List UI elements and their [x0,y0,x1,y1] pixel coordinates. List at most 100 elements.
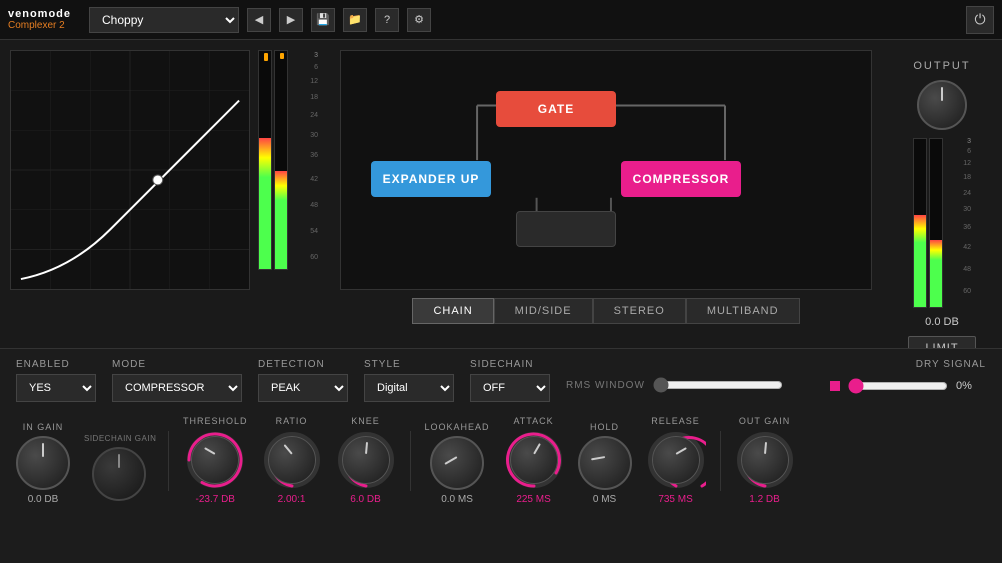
ratio-knob-wrap [262,430,322,490]
out-gain-knob[interactable] [741,436,789,484]
ratio-label: RATIO [276,416,308,426]
tab-stereo[interactable]: STEREO [593,298,686,324]
bottom-controls: ENABLED YESNO MODE COMPRESSOREXPANDERGAT… [0,348,1002,563]
output-meter-left [913,138,927,308]
knee-group: KNEE 6.0 DB [336,416,396,505]
ratio-value: 2.00:1 [278,494,306,505]
dry-signal-slider[interactable] [848,378,948,394]
sidechain-select[interactable]: OFFON [470,374,550,402]
help-button[interactable]: ? [375,8,399,32]
threshold-group: THRESHOLD -23.7 DB [183,416,248,505]
tab-midside[interactable]: MID/SIDE [494,298,593,324]
chain-tabs: CHAIN MID/SIDE STEREO MULTIBAND [340,298,872,324]
sidechain-gain-group: SIDECHAIN GAIN [84,434,154,505]
release-knob-wrap [646,430,706,490]
hold-knob[interactable] [578,436,632,490]
threshold-value: -23.7 DB [196,494,235,505]
output-knob[interactable] [917,80,967,130]
load-preset-button[interactable]: 📁 [343,8,367,32]
tab-chain[interactable]: CHAIN [412,298,493,324]
controls-row2: IN GAIN 0.0 DB SIDECHAIN GAIN THRESHOLD [16,416,986,505]
empty-node[interactable] [516,211,616,247]
separator1 [168,431,169,491]
output-scale: 3 6 12 18 24 30 36 42 48 60 [945,138,971,308]
preset-select[interactable]: Choppy Clean Heavy Soft [89,7,239,33]
save-preset-button[interactable]: 💾 [311,8,335,32]
hold-label: HOLD [590,422,619,432]
output-meters: 3 6 12 18 24 30 36 42 48 60 [913,138,971,308]
mode-select[interactable]: COMPRESSOREXPANDERGATELIMITER [112,374,242,402]
gate-node[interactable]: GATE [496,91,616,127]
lookahead-label: LOOKAHEAD [425,422,490,432]
attack-knob[interactable] [510,436,558,484]
style-control: STYLE DigitalAnalogVintage [364,359,454,402]
release-group: RELEASE 735 MS [646,416,706,505]
out-gain-knob-wrap [735,430,795,490]
attack-knob-wrap [504,430,564,490]
next-preset-button[interactable]: ▶ [279,8,303,32]
threshold-knob-wrap [185,430,245,490]
compressor-node[interactable]: COMPRESSOR [621,161,741,197]
prev-preset-button[interactable]: ◀ [247,8,271,32]
meter-scale: 3 6 12 18 24 30 36 42 48 54 60 [290,50,318,270]
attack-value: 225 MS [516,494,550,505]
transfer-curve [10,50,250,290]
chain-display: GATE EXPANDER UP COMPRESSOR [340,50,872,290]
style-select[interactable]: DigitalAnalogVintage [364,374,454,402]
out-gain-value: 1.2 DB [749,494,780,505]
dry-signal-label: DRY SIGNAL [916,359,986,370]
sidechain-gain-label: SIDECHAIN GAIN [84,434,154,443]
in-gain-group: IN GAIN 0.0 DB [16,422,70,505]
rms-slider[interactable] [653,377,783,393]
in-gain-value: 0.0 DB [28,494,59,505]
dry-signal-dot [830,381,840,391]
top-bar: venomode Complexer 2 Choppy Clean Heavy … [0,0,1002,40]
threshold-label: THRESHOLD [183,416,248,426]
expander-node[interactable]: EXPANDER UP [371,161,491,197]
separator3 [720,431,721,491]
enabled-select[interactable]: YESNO [16,374,96,402]
release-value: 735 MS [658,494,692,505]
detection-control: DETECTION PEAKRMS [258,359,348,402]
attack-group: ATTACK 225 MS [504,416,564,505]
detection-select[interactable]: PEAKRMS [258,374,348,402]
mode-label: MODE [112,359,242,370]
settings-button[interactable]: ⚙ [407,8,431,32]
style-label: STYLE [364,359,454,370]
hold-group: HOLD 0 MS [578,422,632,505]
rms-control: RMS WINDOW [566,377,783,393]
sidechain-gain-knob[interactable] [92,447,146,501]
controls-row1: ENABLED YESNO MODE COMPRESSOREXPANDERGAT… [16,359,986,402]
output-db-value: 0.0 DB [925,316,959,328]
detection-label: DETECTION [258,359,348,370]
mode-control: MODE COMPRESSOREXPANDERGATELIMITER [112,359,242,402]
input-meter-right [274,50,288,270]
sidechain-control: SIDECHAIN OFFON [470,359,550,402]
output-meter-right [929,138,943,308]
lookahead-value: 0.0 MS [441,494,473,505]
separator2 [410,431,411,491]
dry-signal-value: 0% [956,380,986,392]
release-knob[interactable] [652,436,700,484]
threshold-knob[interactable] [191,436,239,484]
knee-value: 6.0 DB [350,494,381,505]
app-name: venomode [8,8,71,20]
in-gain-knob[interactable] [16,436,70,490]
ratio-knob[interactable] [268,436,316,484]
input-meter-left [258,50,272,270]
dry-signal-control: DRY SIGNAL 0% [830,359,986,394]
release-label: RELEASE [651,416,700,426]
lookahead-knob[interactable] [430,436,484,490]
knee-knob-wrap [336,430,396,490]
tab-multiband[interactable]: MULTIBAND [686,298,800,324]
out-gain-label: OUT GAIN [739,416,790,426]
hold-value: 0 MS [593,494,616,505]
knee-knob[interactable] [342,436,390,484]
rms-label: RMS WINDOW [566,380,645,391]
attack-label: ATTACK [513,416,553,426]
power-button[interactable]: ⏻ [966,6,994,34]
in-gain-label: IN GAIN [23,422,64,432]
enabled-control: ENABLED YESNO [16,359,96,402]
enabled-label: ENABLED [16,359,96,370]
output-label: OUTPUT [913,60,970,72]
